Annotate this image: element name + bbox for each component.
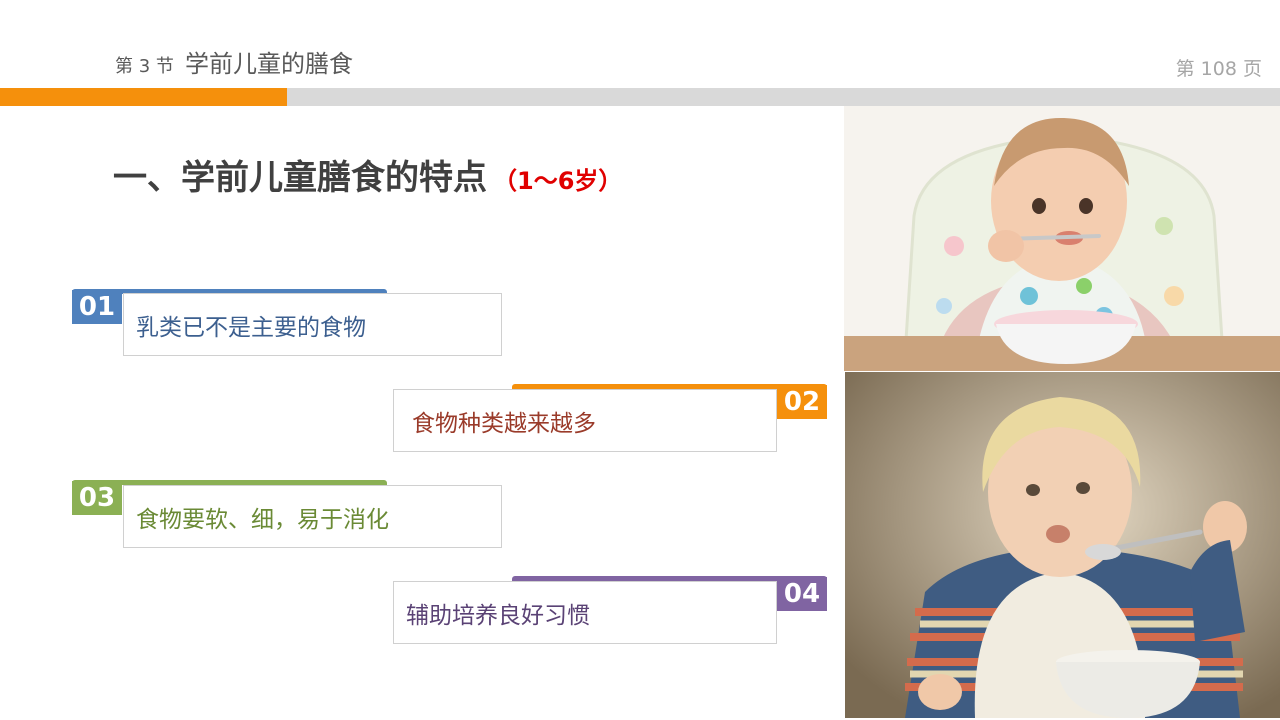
section-header: 第 3 节 学前儿童的膳食 xyxy=(115,44,353,79)
page-number: 第 108 页 xyxy=(1175,58,1262,80)
item-01-number: 01 xyxy=(72,290,122,324)
item-02-number: 02 xyxy=(777,385,827,419)
item-02-text: 食物种类越来越多 xyxy=(393,389,777,452)
item-04-number: 04 xyxy=(777,577,827,611)
item-01-text: 乳类已不是主要的食物 xyxy=(123,293,502,356)
baby-eating-photo xyxy=(844,106,1280,371)
header-accent-bar xyxy=(0,88,287,106)
page-title-text: 一、学前儿童膳食的特点 xyxy=(113,158,487,198)
toddler-eating-photo xyxy=(845,372,1280,718)
age-range: （1～6岁） xyxy=(493,167,623,195)
page-title: 一、学前儿童膳食的特点 （1～6岁） xyxy=(113,150,622,199)
item-04-text: 辅助培养良好习惯 xyxy=(393,581,777,644)
item-03-number: 03 xyxy=(72,481,122,515)
section-label: 第 3 节 xyxy=(115,56,174,77)
item-03-text: 食物要软、细，易于消化 xyxy=(123,485,502,548)
section-title: 学前儿童的膳食 xyxy=(185,50,353,78)
